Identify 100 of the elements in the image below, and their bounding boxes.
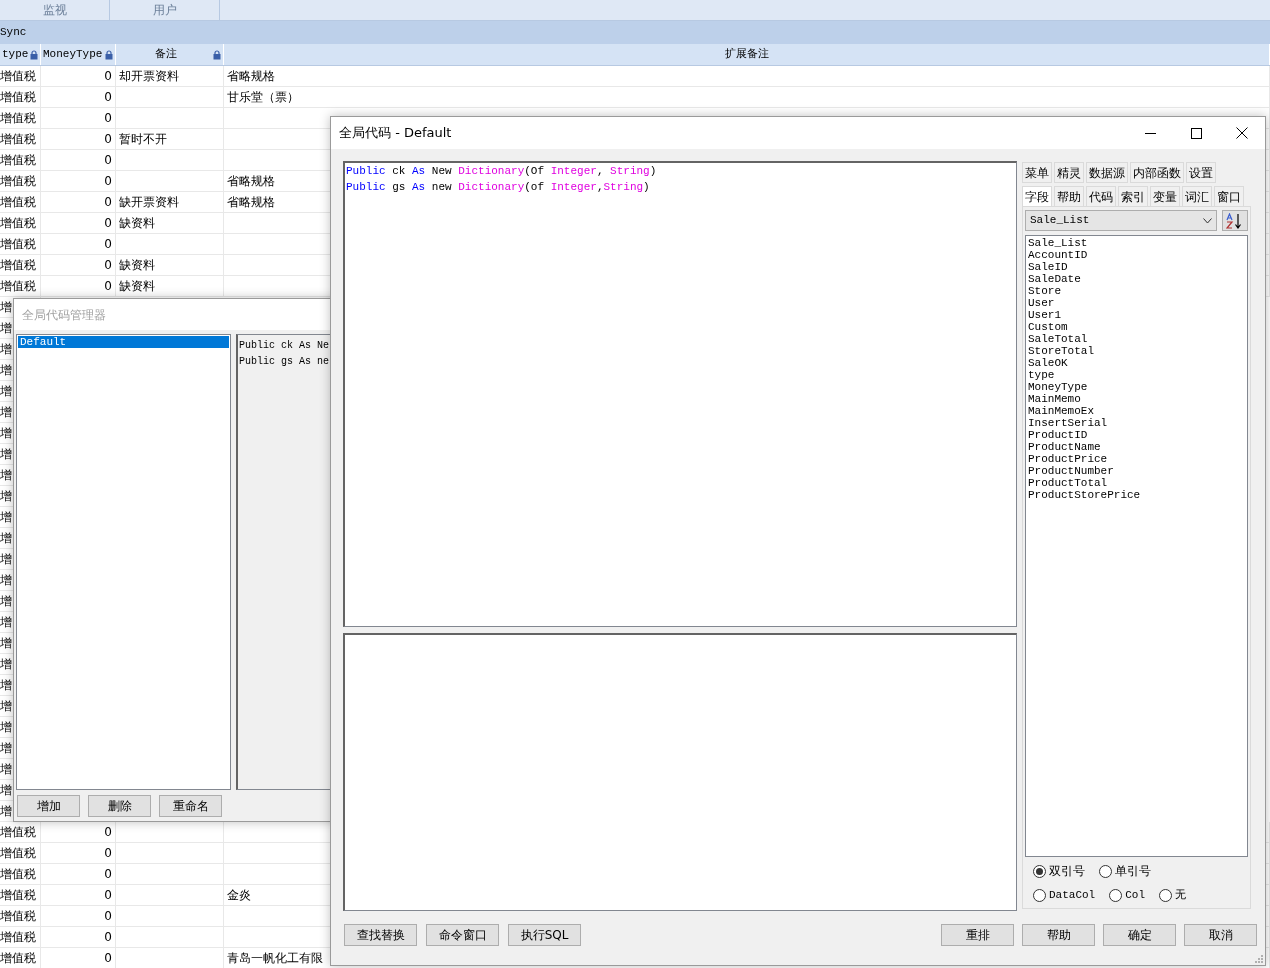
dialog-button[interactable]: 命令窗口 <box>426 924 499 946</box>
dialog-button[interactable]: 删除 <box>88 795 151 817</box>
list-item[interactable]: MoneyType <box>1028 381 1245 393</box>
table-cell: 增值税 <box>0 192 41 213</box>
sort-button[interactable] <box>1222 210 1248 231</box>
dialog-button[interactable]: 取消 <box>1184 924 1257 946</box>
tab[interactable]: 索引 <box>1118 186 1148 207</box>
tab[interactable]: 设置 <box>1186 162 1216 183</box>
list-item[interactable]: StoreTotal <box>1028 345 1245 357</box>
radio-label: Col <box>1125 887 1146 903</box>
dialog-button[interactable]: 帮助 <box>1022 924 1095 946</box>
dialog-button[interactable]: 确定 <box>1103 924 1176 946</box>
table-cell: 增值税 <box>0 66 41 87</box>
tab[interactable]: 菜单 <box>1022 162 1052 183</box>
tab[interactable]: 词汇 <box>1182 186 1212 207</box>
dialog-button[interactable]: 查找替换 <box>344 924 417 946</box>
table-cell: 增值税 <box>0 87 41 108</box>
list-item[interactable]: type <box>1028 369 1245 381</box>
list-item[interactable]: ProductName <box>1028 441 1245 453</box>
radio-label: 无 <box>1175 887 1187 903</box>
list-item[interactable]: AccountID <box>1028 249 1245 261</box>
table-cell: 省略规格 <box>224 66 1270 87</box>
list-item[interactable]: SaleID <box>1028 261 1245 273</box>
list-item[interactable]: ProductPrice <box>1028 453 1245 465</box>
list-item[interactable]: MainMemoEx <box>1028 405 1245 417</box>
list-item[interactable]: ProductID <box>1028 429 1245 441</box>
tab[interactable]: 代码 <box>1086 186 1116 207</box>
column-header[interactable]: 备注 <box>118 46 213 63</box>
tab[interactable]: 监视 <box>0 0 110 20</box>
list-item[interactable]: ProductTotal <box>1028 477 1245 489</box>
table-cell: 0 <box>41 864 116 885</box>
list-item[interactable]: ProductStorePrice <box>1028 489 1245 501</box>
list-item[interactable]: Custom <box>1028 321 1245 333</box>
dialog-button[interactable]: 执行SQL <box>508 924 581 946</box>
tab[interactable]: 变量 <box>1150 186 1180 207</box>
table-cell: 0 <box>41 66 116 87</box>
list-item[interactable]: Default <box>18 336 229 348</box>
list-item[interactable]: ProductNumber <box>1028 465 1245 477</box>
column-header[interactable]: 扩展备注 <box>226 46 1267 63</box>
list-item[interactable]: Store <box>1028 285 1245 297</box>
table-cell: 0 <box>41 192 116 213</box>
close-icon <box>1236 127 1248 139</box>
list-item[interactable]: SaleDate <box>1028 273 1245 285</box>
table-cell: 增值税 <box>0 885 41 906</box>
sort-icon <box>1226 212 1244 229</box>
table-cell: 0 <box>41 255 116 276</box>
table-cell: 0 <box>41 234 116 255</box>
radio-button[interactable] <box>1033 864 1046 878</box>
code-editor[interactable]: Public ck As New Dictionary(Of Integer, String) Public gs As new Dictionary(of Integer,String) <box>343 161 1017 627</box>
dialog-button[interactable]: 重命名 <box>159 795 222 817</box>
list-item[interactable]: Sale_List <box>1028 237 1245 249</box>
tab[interactable]: 字段 <box>1022 186 1052 207</box>
dialog-button[interactable]: 增加 <box>17 795 80 817</box>
window-title: 全局代码 - Default <box>339 124 453 143</box>
table-cell: 增值税 <box>0 213 41 234</box>
table-cell: 增值税 <box>0 171 41 192</box>
tab[interactable]: 窗口 <box>1214 186 1244 207</box>
list-item[interactable]: InsertSerial <box>1028 417 1245 429</box>
panel-title: Sync <box>0 26 27 38</box>
table-cell: 增值税 <box>0 864 41 885</box>
resize-grip-icon <box>1255 955 1263 963</box>
radio-label: DataCol <box>1049 887 1096 903</box>
radio-button[interactable] <box>1109 888 1123 902</box>
list-item[interactable]: User1 <box>1028 309 1245 321</box>
code-line: Public ck As Ne <box>239 339 330 353</box>
list-item[interactable]: SaleTotal <box>1028 333 1245 345</box>
table-cell: 却开票资料 <box>116 66 224 87</box>
table-cell: 0 <box>41 108 116 129</box>
table-cell: 0 <box>41 171 116 192</box>
table-cell: 0 <box>41 129 116 150</box>
tab[interactable]: 内部函数 <box>1130 162 1184 183</box>
table-cell: 增值税 <box>0 255 41 276</box>
radio-button[interactable] <box>1099 864 1112 878</box>
table-cell: 甘乐堂（票） <box>224 87 1270 108</box>
list-item[interactable]: MainMemo <box>1028 393 1245 405</box>
table-cell: 0 <box>41 150 116 171</box>
tab[interactable]: 精灵 <box>1054 162 1084 183</box>
table-dropdown[interactable]: Sale_List <box>1025 210 1217 231</box>
column-header[interactable]: MoneyType <box>43 46 105 63</box>
list-item[interactable]: User <box>1028 297 1245 309</box>
tab[interactable]: 用户 <box>110 0 220 20</box>
table-cell: 0 <box>41 948 116 968</box>
radio-label: 单引号 <box>1115 863 1151 880</box>
radio-button[interactable] <box>1033 888 1046 902</box>
table-cell: 缺开票资料 <box>116 192 224 213</box>
table-cell: 增值税 <box>0 948 41 968</box>
table-cell: 增值税 <box>0 906 41 927</box>
table-cell: 增值税 <box>0 150 41 171</box>
table-cell: 增值税 <box>0 108 41 129</box>
table-cell: 暂时不开 <box>116 129 224 150</box>
dialog-button[interactable]: 重排 <box>941 924 1014 946</box>
tab[interactable]: 帮助 <box>1054 186 1084 207</box>
code-line: Public gs As new Dictionary(of Integer,String) <box>346 180 651 195</box>
tab[interactable]: 数据源 <box>1086 162 1128 183</box>
table-cell: 缺资料 <box>116 276 224 297</box>
radio-button[interactable] <box>1159 888 1173 902</box>
table-cell: 0 <box>41 276 116 297</box>
radio-label: 双引号 <box>1049 863 1085 880</box>
column-header[interactable]: type <box>2 46 30 63</box>
list-item[interactable]: SaleOK <box>1028 357 1245 369</box>
